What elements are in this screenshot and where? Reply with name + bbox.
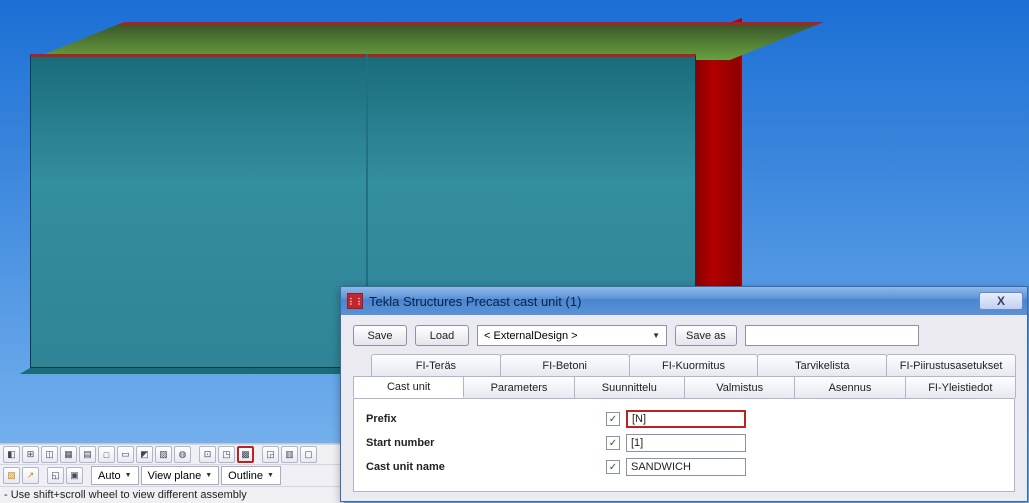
tool-icon[interactable]: ◲ (262, 446, 279, 463)
close-button[interactable]: X (979, 292, 1023, 310)
tool-icon[interactable]: ◩ (136, 446, 153, 463)
preset-combo[interactable]: < ExternalDesign > (477, 325, 667, 346)
dialog-title: Tekla Structures Precast cast unit (1) (369, 294, 581, 309)
tool-icon[interactable]: ◱ (47, 467, 64, 484)
tab-fi-kuormitus[interactable]: FI-Kuormitus (629, 354, 759, 376)
check-name[interactable]: ✓ (606, 460, 620, 474)
tab-asennus[interactable]: Asennus (794, 376, 905, 398)
tool-icon-highlighted[interactable]: ▩ (237, 446, 254, 463)
load-button[interactable]: Load (415, 325, 469, 346)
combo-auto[interactable]: Auto (91, 466, 139, 485)
precast-cast-unit-dialog: ⋮⋮ Tekla Structures Precast cast unit (1… (340, 286, 1028, 502)
row-name: Cast unit name ✓ SANDWICH (366, 455, 1002, 479)
tool-icon[interactable]: ▧ (3, 467, 20, 484)
row-startnum: Start number ✓ [1] (366, 431, 1002, 455)
dialog-toolbar: Save Load < ExternalDesign > Save as (353, 325, 1015, 346)
input-startnum[interactable]: [1] (626, 434, 746, 452)
tool-icon[interactable]: ▦ (60, 446, 77, 463)
input-name[interactable]: SANDWICH (626, 458, 746, 476)
tool-icon[interactable]: ▥ (281, 446, 298, 463)
combo-viewplane[interactable]: View plane (141, 466, 220, 485)
tool-icon[interactable]: ◫ (41, 446, 58, 463)
bottom-toolbars: ◧ ⊞ ◫ ▦ ▤ □ ▭ ◩ ▨ ◍ ⊡ ◳ ▩ ◲ ▥ ▢ ▧ ↗ ◱ ▣ … (0, 443, 344, 503)
label-startnum: Start number (366, 437, 606, 449)
tab-fi-teras[interactable]: FI-Teräs (371, 354, 501, 376)
close-icon: X (997, 294, 1005, 308)
tool-icon[interactable]: ◧ (3, 446, 20, 463)
tool-icon[interactable]: ▢ (300, 446, 317, 463)
tool-icon[interactable]: ⊡ (199, 446, 216, 463)
check-prefix[interactable]: ✓ (606, 412, 620, 426)
tab-suunnittelu[interactable]: Suunnittelu (574, 376, 685, 398)
input-prefix[interactable]: [N] (626, 410, 746, 428)
tool-icon[interactable]: ▤ (79, 446, 96, 463)
status-bar: - Use shift+scroll wheel to view differe… (0, 486, 344, 503)
tab-valmistus[interactable]: Valmistus (684, 376, 795, 398)
saveas-button[interactable]: Save as (675, 325, 737, 346)
toolbar-row-2: ▧ ↗ ◱ ▣ Auto View plane Outline (0, 464, 344, 486)
panel-side (694, 26, 740, 328)
tool-icon[interactable]: □ (98, 446, 115, 463)
saveas-input[interactable] (745, 325, 919, 346)
tab-parameters[interactable]: Parameters (463, 376, 574, 398)
toolbar-row-1: ◧ ⊞ ◫ ▦ ▤ □ ▭ ◩ ▨ ◍ ⊡ ◳ ▩ ◲ ▥ ▢ (0, 444, 344, 464)
tab-fi-piirustus[interactable]: FI-Piirustusasetukset (886, 354, 1016, 376)
check-startnum[interactable]: ✓ (606, 436, 620, 450)
tab-fi-betoni[interactable]: FI-Betoni (500, 354, 630, 376)
row-prefix: Prefix ✓ [N] (366, 407, 1002, 431)
save-button[interactable]: Save (353, 325, 407, 346)
label-name: Cast unit name (366, 461, 606, 473)
tool-icon[interactable]: ⊞ (22, 446, 39, 463)
tool-icon[interactable]: ▨ (155, 446, 172, 463)
tabs-row-2: Cast unit Parameters Suunnittelu Valmist… (353, 376, 1015, 398)
tabs-row-1: FI-Teräs FI-Betoni FI-Kuormitus Tarvikel… (353, 354, 1015, 376)
label-prefix: Prefix (366, 413, 606, 425)
dialog-titlebar[interactable]: ⋮⋮ Tekla Structures Precast cast unit (1… (341, 287, 1027, 315)
tab-tarvikelista[interactable]: Tarvikelista (757, 354, 887, 376)
tab-fi-yleistiedot[interactable]: FI-Yleistiedot (905, 376, 1016, 398)
tool-icon[interactable]: ◳ (218, 446, 235, 463)
tool-icon[interactable]: ◍ (174, 446, 191, 463)
app-icon: ⋮⋮ (347, 293, 363, 309)
tool-icon[interactable]: ▭ (117, 446, 134, 463)
dialog-body: Save Load < ExternalDesign > Save as FI-… (341, 315, 1027, 502)
tab-cast-unit[interactable]: Cast unit (353, 376, 464, 398)
tool-icon[interactable]: ▣ (66, 467, 83, 484)
tool-icon[interactable]: ↗ (22, 467, 39, 484)
combo-outline[interactable]: Outline (221, 466, 281, 485)
tab-content: Prefix ✓ [N] Start number ✓ [1] Cast uni… (353, 398, 1015, 492)
